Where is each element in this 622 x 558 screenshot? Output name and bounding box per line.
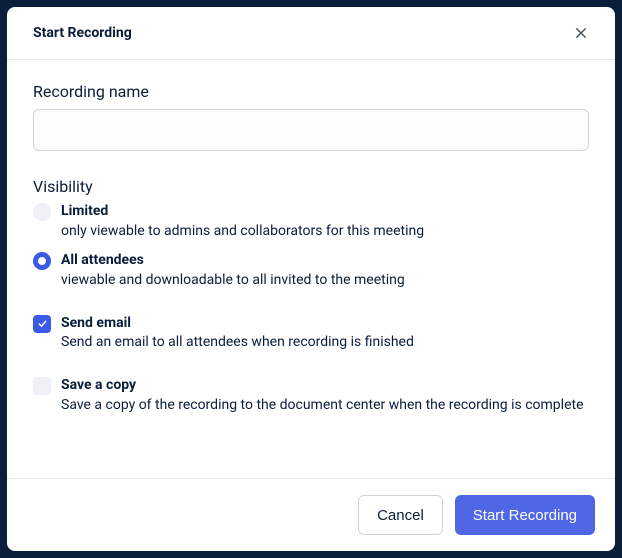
close-button[interactable]: [569, 21, 593, 45]
option-title: Send email: [61, 314, 589, 333]
recording-name-input[interactable]: [33, 109, 589, 151]
start-recording-button[interactable]: Start Recording: [455, 495, 595, 535]
radio-checked-icon: [33, 252, 51, 270]
radio-unchecked-icon: [33, 203, 51, 221]
option-title: All attendees: [61, 251, 589, 270]
modal-body: Recording name Visibility Limited only v…: [7, 60, 615, 478]
option-desc: Send an email to all attendees when reco…: [61, 333, 589, 352]
visibility-label: Visibility: [33, 177, 589, 196]
visibility-option-all-attendees[interactable]: All attendees viewable and downloadable …: [33, 251, 589, 290]
modal-title: Start Recording: [33, 25, 132, 41]
close-icon: [573, 25, 589, 41]
checkbox-send-email[interactable]: [33, 315, 51, 333]
option-save-copy[interactable]: Save a copy Save a copy of the recording…: [33, 376, 589, 415]
recording-name-label: Recording name: [33, 82, 589, 101]
radio-limited[interactable]: [33, 203, 51, 221]
option-send-email[interactable]: Send email Send an email to all attendee…: [33, 314, 589, 353]
checkbox-unchecked-icon: [33, 377, 51, 395]
checkbox-checked-icon: [33, 315, 51, 333]
modal-footer: Cancel Start Recording: [7, 478, 615, 551]
option-desc: viewable and downloadable to all invited…: [61, 271, 589, 290]
option-title: Save a copy: [61, 376, 589, 395]
option-desc: Save a copy of the recording to the docu…: [61, 396, 589, 415]
cancel-button[interactable]: Cancel: [358, 495, 443, 535]
radio-all-attendees[interactable]: [33, 252, 51, 270]
option-desc: only viewable to admins and collaborator…: [61, 222, 589, 241]
option-title: Limited: [61, 202, 589, 221]
modal-header: Start Recording: [7, 7, 615, 60]
visibility-option-limited[interactable]: Limited only viewable to admins and coll…: [33, 202, 589, 241]
start-recording-modal: Start Recording Recording name Visibilit…: [7, 7, 615, 551]
checkbox-save-copy[interactable]: [33, 377, 51, 395]
